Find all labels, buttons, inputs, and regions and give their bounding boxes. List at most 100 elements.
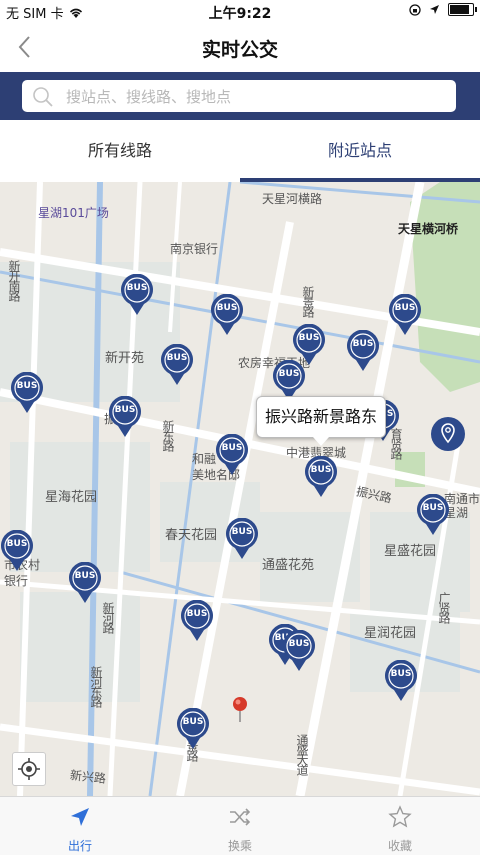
- status-time: 上午9:22: [208, 6, 272, 22]
- map-view[interactable]: 星湖101广场 天星河横路 天星横河桥 南京银行 新开苑 农房幸福天地 中港翡翠…: [0, 182, 480, 796]
- map-label-area: 春天花园: [165, 528, 218, 543]
- bus-marker-label: BUS: [216, 303, 238, 313]
- map-label-area: 通盛花苑: [262, 558, 315, 573]
- bus-marker-icon: [226, 517, 258, 559]
- bus-stop-marker[interactable]: BUS: [120, 273, 154, 316]
- bus-marker-label: BUS: [126, 283, 148, 293]
- page-title: 实时公交: [201, 39, 278, 61]
- bus-stop-marker[interactable]: BUS: [346, 329, 380, 372]
- bus-marker-label: BUS: [394, 303, 416, 313]
- search-bar: [0, 72, 480, 120]
- search-box[interactable]: [22, 80, 456, 114]
- bus-stop-marker[interactable]: BUS: [68, 561, 102, 604]
- map-label-road: 广贤路: [437, 592, 451, 622]
- search-icon: [33, 87, 53, 107]
- map-label-area: 星润花园: [364, 626, 417, 641]
- map-label-area: 新开苑: [105, 351, 145, 366]
- bus-marker-label: BUS: [186, 609, 208, 619]
- bus-marker-label: BUS: [114, 405, 136, 415]
- bus-marker-icon: [417, 493, 449, 535]
- map-label-road: 通盛大道: [295, 734, 309, 774]
- bus-marker-label: BUS: [166, 353, 188, 363]
- navigation-bar: 实时公交: [0, 22, 480, 72]
- bus-marker-icon: [177, 707, 209, 749]
- bus-stop-marker[interactable]: BUS: [282, 629, 316, 672]
- bus-stop-marker[interactable]: BUS: [416, 493, 450, 536]
- bus-marker-label: BUS: [231, 527, 253, 537]
- current-location-pin-icon: [233, 697, 247, 722]
- map-label-poi: 和融: [192, 452, 217, 466]
- tab-favorites[interactable]: 收藏: [320, 797, 480, 855]
- bus-marker-icon: [305, 455, 337, 497]
- status-bar: 无 SIM 卡 上午9:22: [0, 0, 480, 22]
- bus-marker-label: BUS: [298, 333, 320, 343]
- tab-nearby-stops[interactable]: 附近站点: [240, 120, 480, 182]
- bus-marker-icon: [121, 273, 153, 315]
- bus-marker-label: BUS: [221, 443, 243, 453]
- bus-marker-label: BUS: [16, 381, 38, 391]
- search-input[interactable]: [64, 80, 448, 114]
- tab-transfer-label: 换乘: [227, 839, 252, 853]
- bus-marker-label: BUS: [6, 539, 28, 549]
- map-label-road: 新河路: [101, 602, 115, 632]
- map-label-poi: 天星横河桥: [398, 222, 459, 236]
- star-icon: [388, 805, 412, 828]
- map-label-area: 星海花园: [45, 490, 98, 505]
- navigation-arrow-icon: [71, 808, 89, 826]
- bus-marker-label: BUS: [74, 571, 96, 581]
- bus-stop-marker[interactable]: BUS: [10, 371, 44, 414]
- bus-marker-icon: [283, 629, 315, 671]
- bus-marker-label: BUS: [278, 369, 300, 379]
- map-label-road: 新河东路: [89, 666, 103, 706]
- bus-stop-marker[interactable]: BUS: [180, 599, 214, 642]
- orientation-lock-icon: [409, 3, 421, 16]
- tab-bar: 所有线路 附近站点: [0, 120, 480, 182]
- bus-marker-label: BUS: [288, 639, 310, 649]
- bus-stop-marker[interactable]: BUS: [108, 395, 142, 438]
- bus-stop-marker[interactable]: BUS: [0, 529, 34, 572]
- bus-marker-icon: [161, 343, 193, 385]
- locate-me-icon[interactable]: [12, 752, 46, 786]
- tab-travel-label: 出行: [67, 839, 92, 853]
- battery-icon: [448, 3, 477, 16]
- bus-marker-icon: [109, 395, 141, 437]
- stop-callout[interactable]: 振兴路新景路东: [256, 396, 386, 446]
- status-right: [409, 3, 477, 16]
- bus-marker-icon: [216, 433, 248, 475]
- tab-transfer[interactable]: 换乘: [160, 797, 320, 855]
- bottom-tab-bar: 出行 换乘 收藏: [0, 796, 480, 855]
- map-label-road: 新开南路: [7, 260, 21, 300]
- map-label-area: 星盛花园: [384, 544, 437, 559]
- bus-stop-marker[interactable]: BUS: [176, 707, 210, 750]
- location-pin-button[interactable]: [430, 416, 466, 452]
- tab-all-lines[interactable]: 所有线路: [0, 120, 240, 182]
- bus-stop-marker[interactable]: BUS: [304, 455, 338, 498]
- bus-marker-icon: [181, 599, 213, 641]
- map-label-road: 天星河横路: [262, 192, 323, 206]
- bus-marker-label: BUS: [182, 717, 204, 727]
- tab-favorites-label: 收藏: [387, 839, 412, 853]
- bus-stop-marker[interactable]: BUS: [210, 293, 244, 336]
- map-label-poi: 南京银行: [170, 242, 219, 256]
- bus-stop-marker[interactable]: BUS: [160, 343, 194, 386]
- bus-marker-label: BUS: [310, 465, 332, 475]
- bus-stop-marker[interactable]: BUS: [384, 659, 418, 702]
- bus-marker-icon: [11, 371, 43, 413]
- map-label-road: 新景路: [301, 286, 315, 316]
- bus-marker-icon: [1, 529, 33, 571]
- bus-stop-marker[interactable]: BUS: [388, 293, 422, 336]
- tab-travel[interactable]: 出行: [0, 797, 160, 855]
- bus-marker-icon: [389, 293, 421, 335]
- map-label-poi: 星湖101广场: [38, 206, 109, 220]
- bus-stop-marker[interactable]: BUS: [215, 433, 249, 476]
- map-label-road: 新东路: [161, 420, 175, 450]
- bus-marker-label: BUS: [352, 339, 374, 349]
- bus-marker-label: BUS: [390, 669, 412, 679]
- bus-marker-label: BUS: [422, 503, 444, 513]
- map-label-road: 新兴路: [69, 768, 107, 786]
- bus-stop-marker[interactable]: BUS: [225, 517, 259, 560]
- map-label-poi: 银行: [4, 574, 29, 588]
- bus-marker-icon: [385, 659, 417, 701]
- bus-marker-icon: [347, 329, 379, 371]
- bus-marker-icon: [211, 293, 243, 335]
